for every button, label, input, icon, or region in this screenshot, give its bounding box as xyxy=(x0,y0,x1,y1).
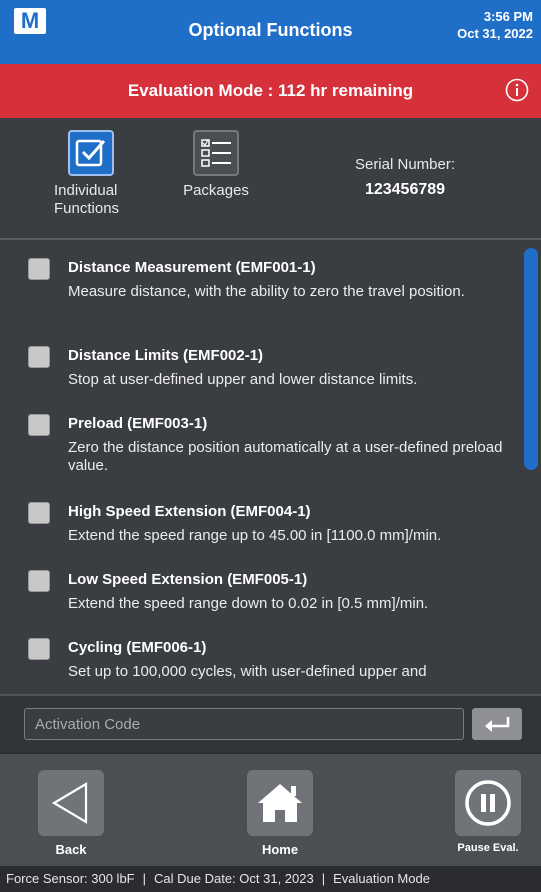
tab-individual-label: Individual Functions xyxy=(54,182,120,217)
function-title: Low Speed Extension (EMF005-1) xyxy=(68,571,308,588)
serial-label: Serial Number: xyxy=(354,156,456,173)
function-checkbox[interactable] xyxy=(28,258,50,280)
activation-code-input[interactable] xyxy=(24,708,464,740)
serial-number: Serial Number: 123456789 xyxy=(330,156,480,199)
cal-due-date-status: Cal Due Date: Oct 31, 2023 xyxy=(154,871,314,886)
status-divider: | xyxy=(321,871,326,886)
function-checkbox[interactable] xyxy=(28,570,50,592)
mode-status: Evaluation Mode xyxy=(333,871,430,886)
activation-bar xyxy=(0,694,541,752)
function-title: High Speed Extension (EMF004-1) xyxy=(68,503,311,520)
info-icon[interactable] xyxy=(505,78,529,102)
function-description: Extend the speed range up to 45.00 in [1… xyxy=(68,527,442,544)
back-triangle-icon xyxy=(51,782,88,824)
tab-individual-functions[interactable]: Individual Functions xyxy=(46,130,136,218)
pause-icon xyxy=(465,780,511,826)
tab-packages-label: Packages xyxy=(183,182,249,199)
serial-value: 123456789 xyxy=(364,181,446,198)
function-title: Preload (EMF003-1) xyxy=(68,415,208,432)
pause-eval-button[interactable] xyxy=(455,770,521,836)
function-tabs: Individual Functions Packages Serial Num… xyxy=(0,118,541,240)
header-bar: M Optional Functions 3:56 PM Oct 31, 202… xyxy=(0,0,541,64)
function-checkbox[interactable] xyxy=(28,638,50,660)
status-divider: | xyxy=(142,871,147,886)
tab-packages[interactable]: Packages xyxy=(170,130,262,200)
clock: 3:56 PM Oct 31, 2022 xyxy=(457,8,533,42)
function-description: Set up to 100,000 cycles, with user-defi… xyxy=(68,663,427,680)
function-description: Zero the distance position automatically… xyxy=(68,439,503,474)
function-list[interactable]: Distance Measurement (EMF001-1) Measure … xyxy=(0,242,541,694)
enter-arrow-icon xyxy=(485,717,510,732)
clock-time: 3:56 PM xyxy=(483,9,533,24)
list-scrollbar[interactable] xyxy=(524,248,538,470)
evaluation-banner: Evaluation Mode : 112 hr remaining xyxy=(0,64,541,118)
function-description: Stop at user-defined upper and lower dis… xyxy=(68,371,418,388)
back-button[interactable] xyxy=(38,770,104,836)
function-title: Distance Measurement (EMF001-1) xyxy=(68,259,316,276)
back-label: Back xyxy=(55,842,87,857)
checklist-icon xyxy=(193,130,239,176)
function-title: Cycling (EMF006-1) xyxy=(68,639,207,656)
clock-date: Oct 31, 2022 xyxy=(457,26,533,41)
function-checkbox[interactable] xyxy=(28,502,50,524)
function-description: Extend the speed range down to 0.02 in [… xyxy=(68,595,429,612)
enter-button[interactable] xyxy=(472,708,522,740)
force-sensor-status: Force Sensor: 300 lbF xyxy=(6,871,135,886)
home-icon xyxy=(258,784,302,822)
evaluation-text: Evaluation Mode : 112 hr remaining xyxy=(127,81,414,100)
function-description: Measure distance, with the ability to ze… xyxy=(68,283,465,300)
function-checkbox[interactable] xyxy=(28,414,50,436)
status-bar: Force Sensor: 300 lbF | Cal Due Date: Oct … xyxy=(0,866,541,892)
function-title: Distance Limits (EMF002-1) xyxy=(68,347,264,364)
home-label: Home xyxy=(261,842,299,857)
checkbox-checked-icon xyxy=(68,130,114,176)
pause-eval-label: Pause Eval. xyxy=(457,842,519,854)
function-checkbox[interactable] xyxy=(28,346,50,368)
bottom-navigation: Back Home Pause Eval. xyxy=(0,752,541,866)
home-button[interactable] xyxy=(247,770,313,836)
